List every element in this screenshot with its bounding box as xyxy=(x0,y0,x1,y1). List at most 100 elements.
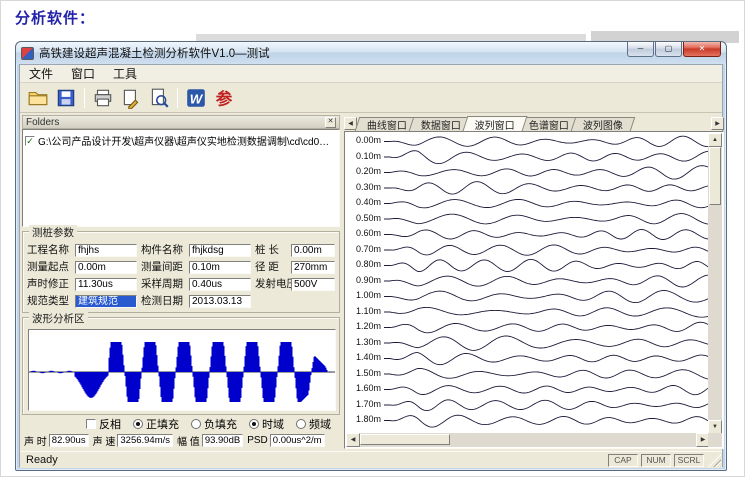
left-panel: Folders ✕ ✓ G:\公司产品设计开发\超声仪器\超声仪实地检测数据调制… xyxy=(22,115,340,449)
param-value-测量起点[interactable]: 0.00m xyxy=(75,261,137,274)
folder-tree-item[interactable]: ✓ G:\公司产品设计开发\超声仪器\超声仪实地检测数据调制\cd\cd03\c… xyxy=(23,130,339,151)
radio-负填充[interactable] xyxy=(191,419,201,429)
param-value-发射电压[interactable]: 500V xyxy=(291,278,335,291)
param-value-工程名称[interactable]: fhjhs xyxy=(75,244,137,257)
scroll-up-icon[interactable]: ▲ xyxy=(708,133,722,147)
param-label-测量起点: 测量起点 xyxy=(27,261,69,274)
waveform-title: 波形分析区 xyxy=(29,311,88,326)
readout-label-声 时: 声 时 xyxy=(24,433,47,448)
save-icon[interactable] xyxy=(53,85,79,111)
app-window: 高铁建设超声混凝土检测分析软件V1.0—测试 ─ ▢ ✕ 文件窗口工具 W参 F… xyxy=(15,41,727,471)
depth-label: 1.20m xyxy=(347,319,381,335)
print-preview-icon[interactable] xyxy=(146,85,172,111)
invert-control: 反相 xyxy=(86,416,121,432)
readout-value-声 速[interactable]: 3256.94m/s xyxy=(117,434,173,447)
tab-scroll-right-icon[interactable]: ▶ xyxy=(711,117,724,130)
param-value-规范类型[interactable]: 建筑规范 xyxy=(75,295,137,308)
param-label-桩 长: 桩 长 xyxy=(255,244,279,257)
resize-grip-icon[interactable] xyxy=(708,454,721,467)
tab-波列窗口[interactable]: 波列窗口 xyxy=(463,116,528,131)
depth-label: 0.10m xyxy=(347,149,381,165)
depth-label: 0.90m xyxy=(347,273,381,289)
tree-item-checkbox[interactable]: ✓ xyxy=(25,136,35,146)
param-label-检测日期: 检测日期 xyxy=(141,295,183,308)
tab-波列图像[interactable]: 波列图像 xyxy=(571,117,636,131)
radio-label-时域: 时域 xyxy=(262,416,284,432)
radio-时域[interactable] xyxy=(249,419,259,429)
minimize-button[interactable]: ─ xyxy=(627,42,654,57)
word-icon[interactable]: W xyxy=(183,85,209,111)
waveform-plot xyxy=(28,329,336,411)
close-icon: ✕ xyxy=(328,118,334,125)
param-label-采样周期: 采样周期 xyxy=(141,278,183,291)
vertical-scrollbar[interactable]: ▲▼ xyxy=(708,133,722,434)
param-label-径 距: 径 距 xyxy=(255,261,279,274)
param-value-测量间距[interactable]: 0.10m xyxy=(189,261,251,274)
readout-value-声 时[interactable]: 82.90us xyxy=(49,434,89,447)
menu-item-工具[interactable]: 工具 xyxy=(104,64,146,83)
param-icon[interactable]: 参 xyxy=(211,85,237,111)
menu-item-文件[interactable]: 文件 xyxy=(20,64,62,83)
readout-value-幅 值[interactable]: 93.90dB xyxy=(202,434,243,447)
screenshot-frame: 分析软件： 高铁建设超声混凝土检测分析软件V1.0—测试 ─ ▢ ✕ 文件窗口工… xyxy=(0,0,745,477)
vscroll-track[interactable] xyxy=(708,147,722,420)
depth-label: 1.40m xyxy=(347,350,381,366)
tab-label: 波列图像 xyxy=(583,117,623,132)
param-value-径 距[interactable]: 270mm xyxy=(291,261,335,274)
radio-option-时域: 时域 xyxy=(249,416,284,432)
export-icon[interactable] xyxy=(118,85,144,111)
tab-label: 波列窗口 xyxy=(475,117,515,132)
radio-label-正填充: 正填充 xyxy=(146,416,179,432)
depth-label-column: 0.00m0.10m0.20m0.30m0.40m0.50m0.60m0.70m… xyxy=(346,133,384,434)
param-label-测量间距: 测量间距 xyxy=(141,261,183,274)
right-panel: ◀曲线窗口数据窗口波列窗口色谱窗口波列图像▶ 0.00m0.10m0.20m0.… xyxy=(344,115,724,449)
folders-close-button[interactable]: ✕ xyxy=(325,117,336,128)
param-label-工程名称: 工程名称 xyxy=(27,244,69,257)
radio-option-频域: 频域 xyxy=(296,416,331,432)
hscroll-track[interactable] xyxy=(360,433,696,447)
param-value-声时修正[interactable]: 11.30us xyxy=(75,278,137,291)
check-icon: ✓ xyxy=(26,136,34,146)
menu-item-窗口[interactable]: 窗口 xyxy=(62,64,104,83)
folder-path: G:\公司产品设计开发\超声仪器\超声仪实地检测数据调制\cd\cd03\cd0… xyxy=(38,133,330,148)
param-value-桩 长[interactable]: 0.00m xyxy=(291,244,335,257)
param-value-构件名称[interactable]: fhjkdsg xyxy=(189,244,251,257)
toolbar-separator xyxy=(177,88,178,108)
tab-label: 色谱窗口 xyxy=(529,117,569,132)
invert-checkbox[interactable] xyxy=(86,419,96,429)
hscroll-thumb[interactable] xyxy=(360,434,450,445)
waveform-svg xyxy=(29,330,335,410)
scroll-down-icon[interactable]: ▼ xyxy=(708,420,722,434)
window-title: 高铁建设超声混凝土检测分析软件V1.0—测试 xyxy=(39,45,622,61)
status-indicators: CAPNUMSCRL xyxy=(605,454,704,467)
vscroll-thumb[interactable] xyxy=(709,147,721,205)
readout-value-PSD[interactable]: 0.00us^2/m xyxy=(270,434,325,447)
depth-label: 0.40m xyxy=(347,195,381,211)
depth-label: 0.80m xyxy=(347,257,381,273)
radio-正填充[interactable] xyxy=(133,419,143,429)
tab-label: 曲线窗口 xyxy=(367,117,407,132)
readouts-row: 声 时82.90us声 速3256.94m/s幅 值93.90dBPSD0.00… xyxy=(22,433,340,448)
indicator-num: NUM xyxy=(641,454,671,467)
depth-label: 0.70m xyxy=(347,242,381,258)
open-folder-icon[interactable] xyxy=(25,85,51,111)
readout-label-声 速: 声 速 xyxy=(93,433,116,448)
depth-label: 0.20m xyxy=(347,164,381,180)
print-icon[interactable] xyxy=(90,85,116,111)
readout-label-PSD: PSD xyxy=(247,435,268,446)
close-button[interactable]: ✕ xyxy=(683,42,721,57)
wave-list-content: 0.00m0.10m0.20m0.30m0.40m0.50m0.60m0.70m… xyxy=(344,131,724,449)
scrollbar-corner xyxy=(708,433,722,447)
radio-option-正填充: 正填充 xyxy=(133,416,179,432)
radio-频域[interactable] xyxy=(296,419,306,429)
maximize-button[interactable]: ▢ xyxy=(655,42,682,57)
depth-label: 1.30m xyxy=(347,335,381,351)
horizontal-scrollbar[interactable]: ◀▶ xyxy=(346,433,710,447)
status-text: Ready xyxy=(26,454,58,466)
param-label-构件名称: 构件名称 xyxy=(141,244,183,257)
param-value-采样周期[interactable]: 0.40us xyxy=(189,278,251,291)
scroll-left-icon[interactable]: ◀ xyxy=(346,433,360,447)
param-value-检测日期[interactable]: 2013.03.13 xyxy=(189,295,251,308)
toolbar-separator xyxy=(84,88,85,108)
titlebar[interactable]: 高铁建设超声混凝土检测分析软件V1.0—测试 ─ ▢ ✕ xyxy=(16,42,726,64)
